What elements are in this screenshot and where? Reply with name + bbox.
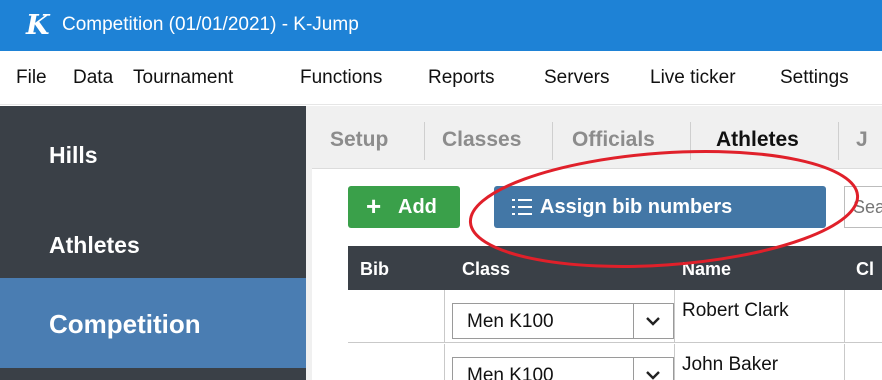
tab-classes[interactable]: Classes <box>442 128 521 152</box>
class-select[interactable]: Men K100 <box>452 357 674 380</box>
cell-divider <box>444 290 445 342</box>
tab-officials[interactable]: Officials <box>572 128 655 152</box>
chevron-down-icon[interactable] <box>639 310 667 332</box>
sidebar-item-hills[interactable]: Hills <box>0 106 306 202</box>
list-icon <box>512 199 532 215</box>
column-header-club[interactable]: Cl <box>856 259 874 280</box>
cell-divider <box>844 290 845 342</box>
class-select[interactable]: Men K100 <box>452 303 674 339</box>
cell-divider <box>844 344 845 380</box>
assign-bib-numbers-label: Assign bib numbers <box>540 196 733 218</box>
menu-live-ticker[interactable]: Live ticker <box>650 65 736 91</box>
column-header-name[interactable]: Name <box>682 259 731 280</box>
menu-file[interactable]: File <box>16 65 47 91</box>
athlete-name[interactable]: John Baker <box>682 354 778 376</box>
column-header-bib[interactable]: Bib <box>360 259 389 280</box>
sidebar-item-label: Athletes <box>49 232 140 258</box>
cell-divider <box>444 344 445 380</box>
table-row[interactable]: Men K100 John Baker <box>348 344 882 380</box>
app-logo-icon: K <box>26 10 50 41</box>
search-input[interactable] <box>845 187 882 227</box>
athlete-name[interactable]: Robert Clark <box>682 300 789 322</box>
tab-athletes[interactable]: Athletes <box>716 128 799 152</box>
menu-bar: File Data Tournament Functions Reports S… <box>0 51 882 105</box>
column-header-class[interactable]: Class <box>462 259 510 280</box>
table-row[interactable]: Men K100 Robert Clark <box>348 290 882 343</box>
plus-icon: + <box>366 191 382 221</box>
tab-divider <box>690 122 691 160</box>
add-button[interactable]: + Add <box>348 186 460 228</box>
menu-functions[interactable]: Functions <box>300 65 382 91</box>
assign-bib-numbers-button[interactable]: Assign bib numbers <box>494 186 826 228</box>
tab-divider <box>838 122 839 160</box>
tab-divider <box>552 122 553 160</box>
class-select-value: Men K100 <box>467 311 554 332</box>
tab-j[interactable]: J <box>856 128 868 152</box>
menu-servers[interactable]: Servers <box>544 65 609 91</box>
class-select-value: Men K100 <box>467 365 554 380</box>
sidebar-item-label: Hills <box>49 142 98 168</box>
sidebar-item-competition[interactable]: Competition <box>0 278 306 368</box>
menu-reports[interactable]: Reports <box>428 65 495 91</box>
menu-data[interactable]: Data <box>73 65 113 91</box>
select-divider <box>633 358 634 380</box>
window-title: Competition (01/01/2021) - K-Jump <box>62 14 359 35</box>
cell-divider <box>674 344 675 380</box>
tab-divider <box>424 122 425 160</box>
sidebar: Hills Athletes Competition <box>0 106 306 380</box>
title-bar: K Competition (01/01/2021) - K-Jump <box>0 0 882 51</box>
sidebar-item-label: Competition <box>49 309 201 339</box>
tab-setup[interactable]: Setup <box>330 128 388 152</box>
cell-divider <box>674 290 675 342</box>
menu-tournament[interactable]: Tournament <box>133 65 233 91</box>
search-field[interactable] <box>844 186 882 228</box>
table-header: Bib Class Name Cl <box>348 246 882 290</box>
add-button-label: Add <box>398 196 437 218</box>
menu-settings[interactable]: Settings <box>780 65 849 91</box>
chevron-down-icon[interactable] <box>639 364 667 380</box>
select-divider <box>633 304 634 338</box>
